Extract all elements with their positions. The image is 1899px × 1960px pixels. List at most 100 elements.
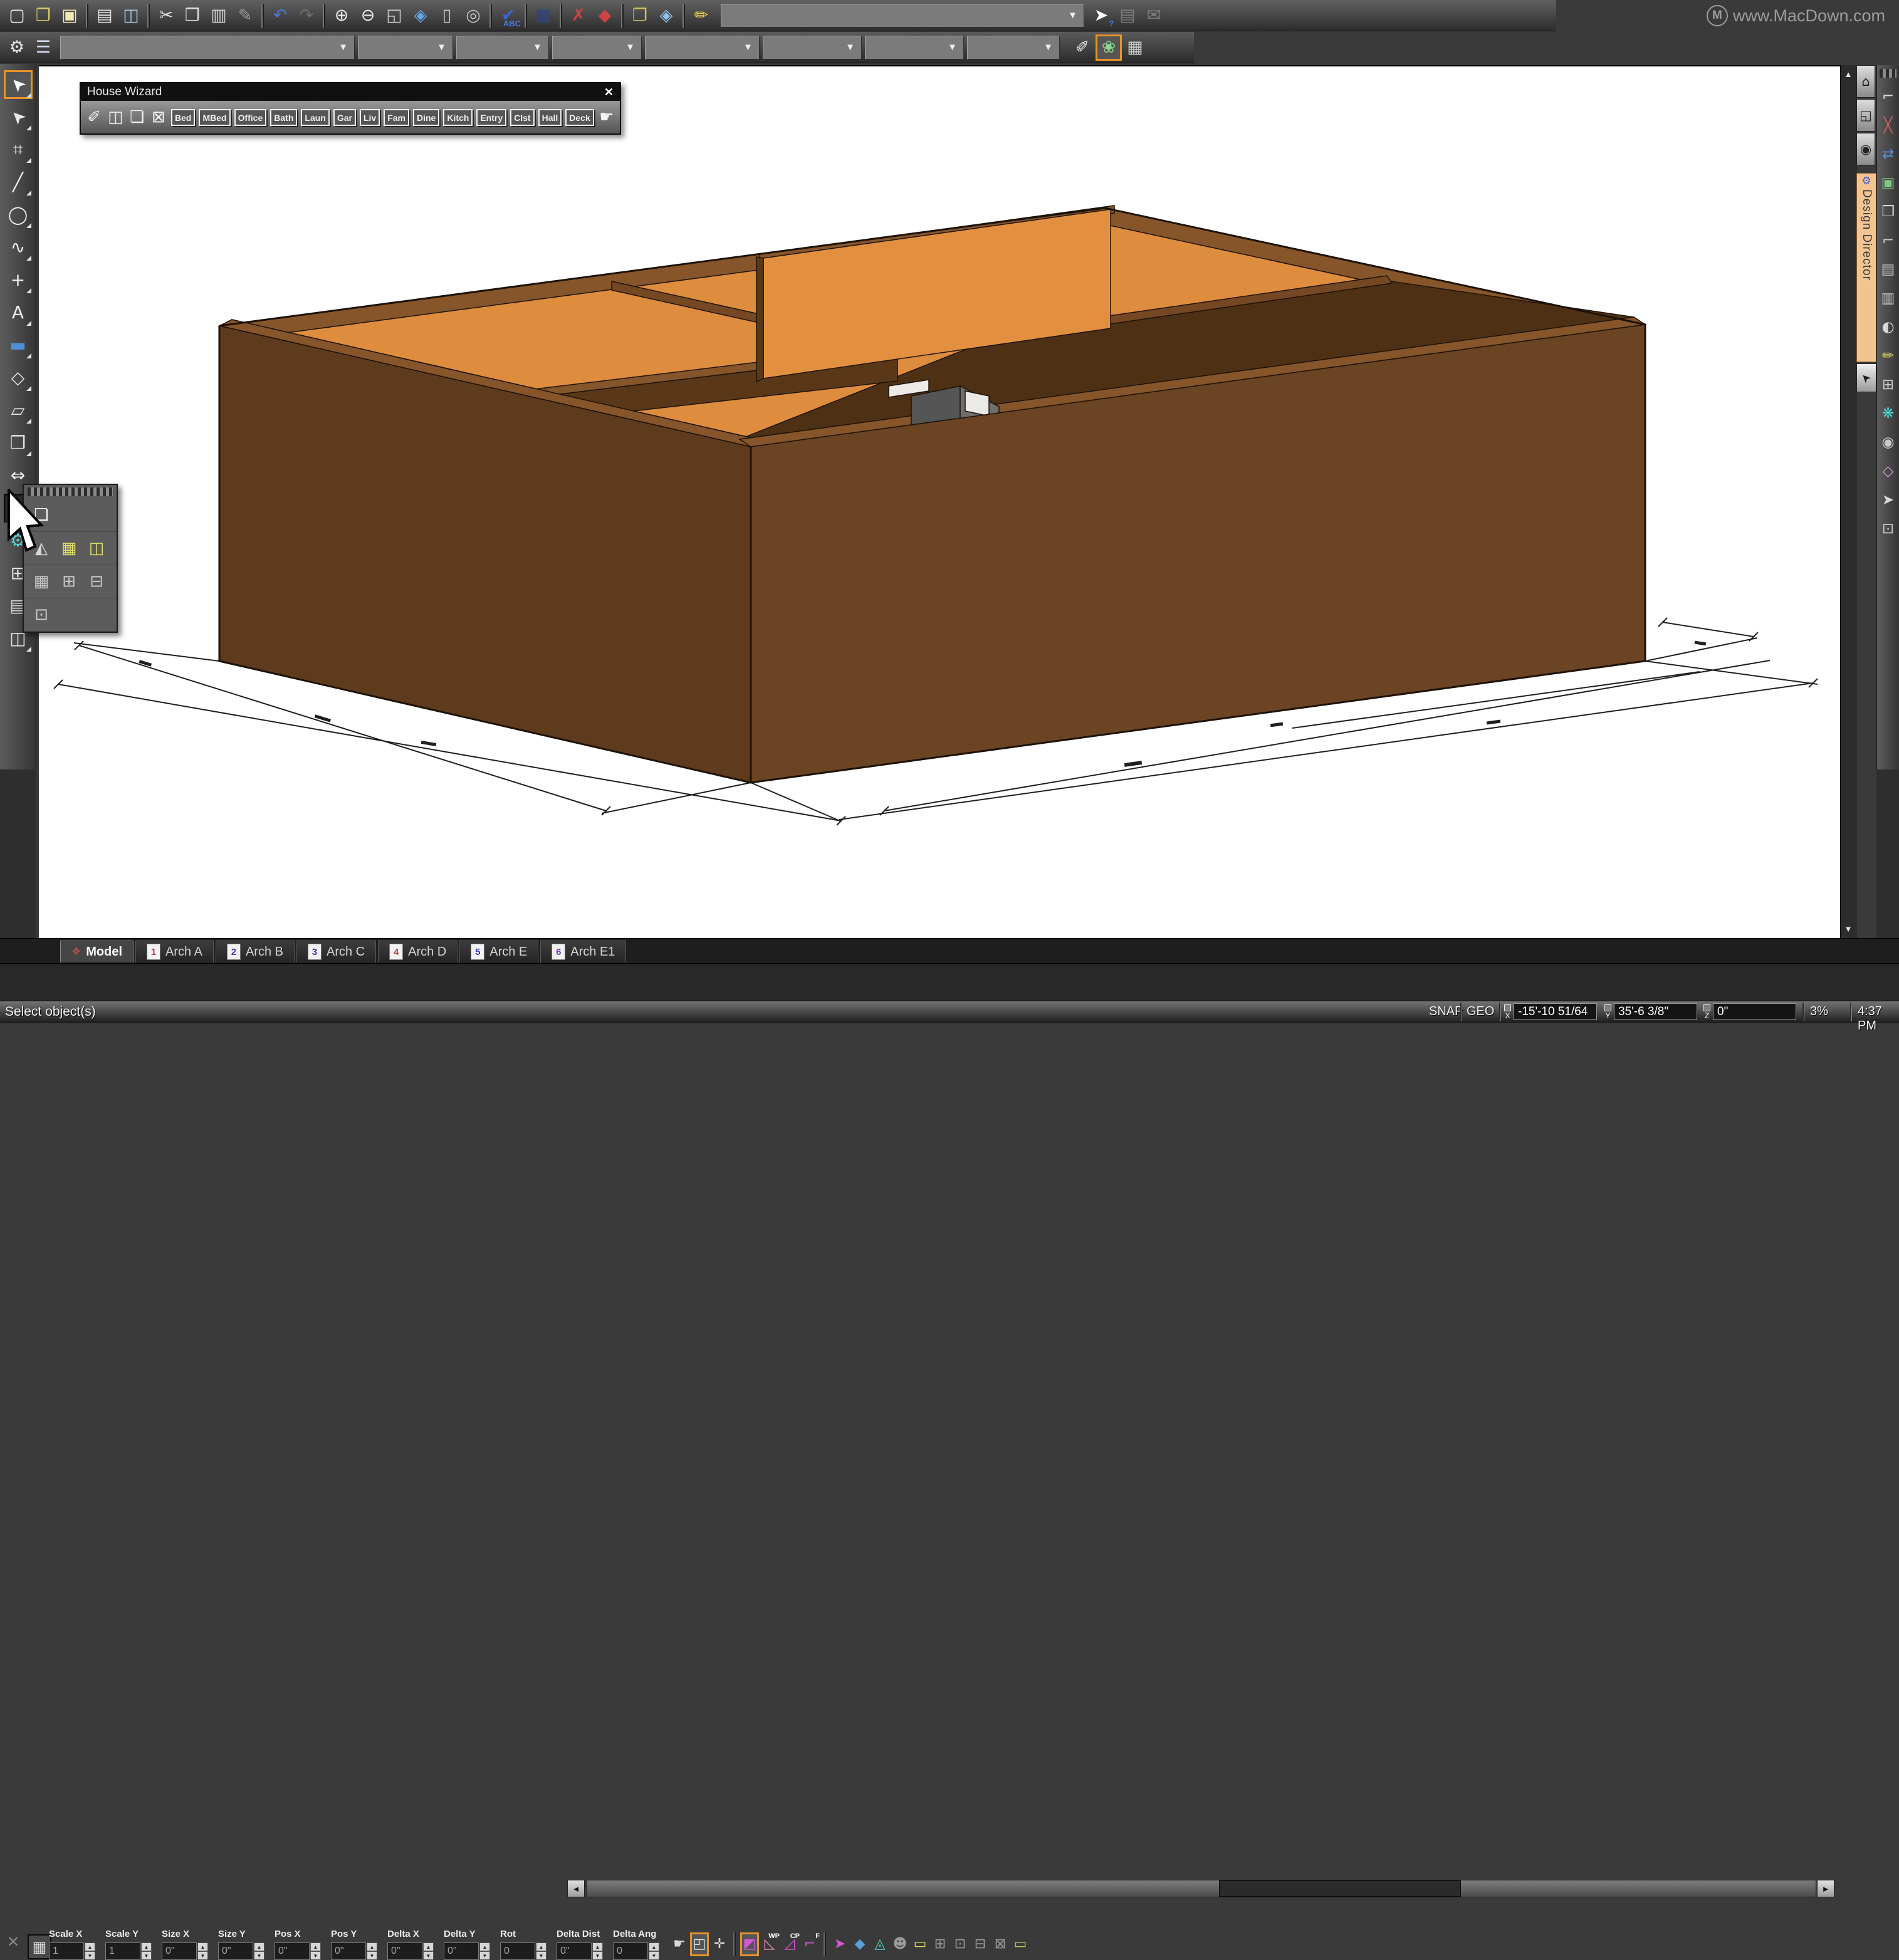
- zoom-extents-icon[interactable]: ◈: [407, 3, 434, 29]
- snap-toggle[interactable]: SNAP: [1429, 1004, 1463, 1019]
- print-preview-icon[interactable]: ◫: [118, 3, 144, 29]
- bounds-rect-icon[interactable]: ▭: [911, 1932, 929, 1956]
- house-wizard-wand-icon[interactable]: ✐: [83, 103, 105, 131]
- field-value[interactable]: 0": [162, 1942, 197, 1960]
- spin-down-icon[interactable]: ▼: [367, 1951, 377, 1960]
- field-value[interactable]: 1: [105, 1942, 140, 1960]
- sd-dimension-tool[interactable]: ◇: [4, 363, 33, 392]
- bounds-color-icon[interactable]: ▭: [1011, 1932, 1030, 1956]
- spin-up-icon[interactable]: ▲: [423, 1942, 434, 1951]
- wizard-room-kitch-button[interactable]: Kitch: [443, 109, 473, 126]
- spin-up-icon[interactable]: ▲: [649, 1942, 659, 1951]
- pen-edit-icon[interactable]: ✐: [1069, 34, 1096, 61]
- panel-b-tool[interactable]: ▥: [1878, 288, 1898, 308]
- spin-up-icon[interactable]: ▲: [536, 1942, 547, 1951]
- window-hammer-icon[interactable]: ⊡: [30, 603, 53, 626]
- wizard-room-entry-button[interactable]: Entry: [476, 109, 506, 126]
- edit-handles-icon[interactable]: ⊟: [971, 1932, 990, 1956]
- markup-icon[interactable]: ◆: [592, 3, 618, 29]
- color-select[interactable]: ▼: [763, 36, 862, 60]
- line-tool[interactable]: ╱: [4, 168, 33, 197]
- field-value[interactable]: 0": [331, 1942, 366, 1960]
- hatch-pattern-icon[interactable]: ▩: [530, 3, 557, 29]
- wp-select-icon[interactable]: ◺WP: [760, 1932, 779, 1956]
- solid-3d-tool[interactable]: ❒: [4, 429, 33, 457]
- field-value[interactable]: 0: [500, 1942, 535, 1960]
- dimension-tool[interactable]: ▬: [4, 331, 33, 360]
- vertical-scrollbar[interactable]: [1840, 65, 1857, 938]
- brick-hatch-icon[interactable]: ▦: [1122, 34, 1148, 61]
- window-style-plus-icon[interactable]: ⊞: [58, 570, 80, 593]
- edit-select-tool[interactable]: ➤: [4, 103, 33, 132]
- center-grid-icon[interactable]: ⊞: [931, 1932, 950, 1956]
- field-value[interactable]: 0": [444, 1942, 479, 1960]
- cut-icon[interactable]: ✂: [153, 3, 179, 29]
- spinner[interactable]: ▲▼: [536, 1942, 547, 1960]
- select-tool[interactable]: ➤: [4, 70, 33, 99]
- hatch-style-select[interactable]: ▼: [967, 36, 1060, 60]
- lamp-draw-icon[interactable]: ✏: [688, 3, 714, 29]
- layers-icon[interactable]: ☰: [30, 34, 56, 61]
- zoom-window-icon[interactable]: ◱: [381, 3, 407, 29]
- wizard-room-fam-button[interactable]: Fam: [384, 109, 409, 126]
- render-mode-tool[interactable]: ◐: [1878, 317, 1898, 337]
- render-scene-button[interactable]: ⌂: [1856, 65, 1875, 98]
- tab-arch-a[interactable]: 1Arch A: [135, 941, 214, 962]
- scroll-down-icon[interactable]: ▼: [1840, 921, 1856, 936]
- format-brush-icon[interactable]: ✎: [232, 3, 258, 29]
- new-file-icon[interactable]: ▢: [4, 3, 30, 29]
- outline-tool[interactable]: ⌐: [1878, 231, 1898, 251]
- zoom-previous-icon[interactable]: ◎: [460, 3, 486, 29]
- spinner[interactable]: ▲▼: [423, 1942, 434, 1960]
- horizontal-scrollbar[interactable]: [587, 1880, 1816, 1897]
- open-file-icon[interactable]: ❐: [30, 3, 56, 29]
- tab-arch-e[interactable]: 5Arch E: [459, 941, 538, 962]
- layer-select[interactable]: ▼: [645, 36, 760, 60]
- zoom-level[interactable]: 3%: [1810, 1004, 1828, 1019]
- pen-width-select[interactable]: ▼: [456, 36, 549, 60]
- spin-up-icon[interactable]: ▲: [592, 1942, 603, 1951]
- wizard-room-dine-button[interactable]: Dine: [413, 109, 439, 126]
- wizard-room-office-button[interactable]: Office: [234, 109, 267, 126]
- overlap-mode-icon[interactable]: ◬: [871, 1932, 889, 1956]
- fence-select-icon[interactable]: ⌐F: [800, 1932, 819, 1956]
- select-3d-mode-icon[interactable]: ◰: [690, 1932, 709, 1956]
- pencil-tool[interactable]: ✏: [1878, 346, 1898, 366]
- rect-select-icon[interactable]: ◩: [740, 1932, 759, 1956]
- spray-select-icon[interactable]: ☛: [670, 1932, 689, 1956]
- wizard-room-clst-button[interactable]: Clst: [510, 109, 534, 126]
- box-3d-tool[interactable]: ▱: [4, 396, 33, 425]
- text-tool[interactable]: A: [4, 298, 33, 327]
- inside-mode-icon[interactable]: ◆: [850, 1932, 869, 1956]
- lasso-select-icon[interactable]: ➤: [830, 1932, 849, 1956]
- geo-toggle[interactable]: GEO: [1467, 1004, 1494, 1019]
- house-wizard-palette[interactable]: House Wizard ✕ ✐◫❏⊠BedMBedOfficeBathLaun…: [80, 82, 621, 135]
- field-value[interactable]: 0": [218, 1942, 253, 1960]
- spinner[interactable]: ▲▼: [197, 1942, 208, 1960]
- polygon-tool[interactable]: ◇: [1878, 461, 1898, 481]
- node-grid-tool[interactable]: ⊡: [1878, 519, 1898, 539]
- window-style-bar-icon[interactable]: ⊟: [85, 570, 108, 593]
- spin-up-icon[interactable]: ▲: [197, 1942, 208, 1951]
- redo-icon[interactable]: ↷: [293, 3, 320, 29]
- spin-up-icon[interactable]: ▲: [254, 1942, 264, 1951]
- spin-down-icon[interactable]: ▼: [649, 1951, 659, 1960]
- y-coordinate-field[interactable]: 35'-6 3/8": [1614, 1003, 1697, 1020]
- help-icon[interactable]: ➤?: [1088, 3, 1114, 29]
- spinner[interactable]: ▲▼: [141, 1942, 152, 1960]
- copy-icon[interactable]: ❒: [179, 3, 206, 29]
- zoom-out-icon[interactable]: ⊖: [355, 3, 381, 29]
- circle-tool[interactable]: ◯: [4, 201, 33, 229]
- field-value[interactable]: 0: [613, 1942, 648, 1960]
- tab-arch-d[interactable]: 4Arch D: [378, 941, 458, 962]
- horizontal-scrollbar-thumb[interactable]: [1219, 1880, 1461, 1897]
- spin-down-icon[interactable]: ▼: [479, 1951, 490, 1960]
- spin-up-icon[interactable]: ▲: [310, 1942, 321, 1951]
- render-object-icon[interactable]: ❀: [1096, 34, 1122, 61]
- wizard-room-laun-button[interactable]: Laun: [301, 109, 329, 126]
- paste-icon[interactable]: ▥: [206, 3, 232, 29]
- window-insert-icon[interactable]: ▦: [58, 537, 80, 560]
- snap-grid-icon[interactable]: ⊡: [951, 1932, 970, 1956]
- spin-down-icon[interactable]: ▼: [536, 1951, 547, 1960]
- open-palette-icon[interactable]: ❐: [627, 3, 653, 29]
